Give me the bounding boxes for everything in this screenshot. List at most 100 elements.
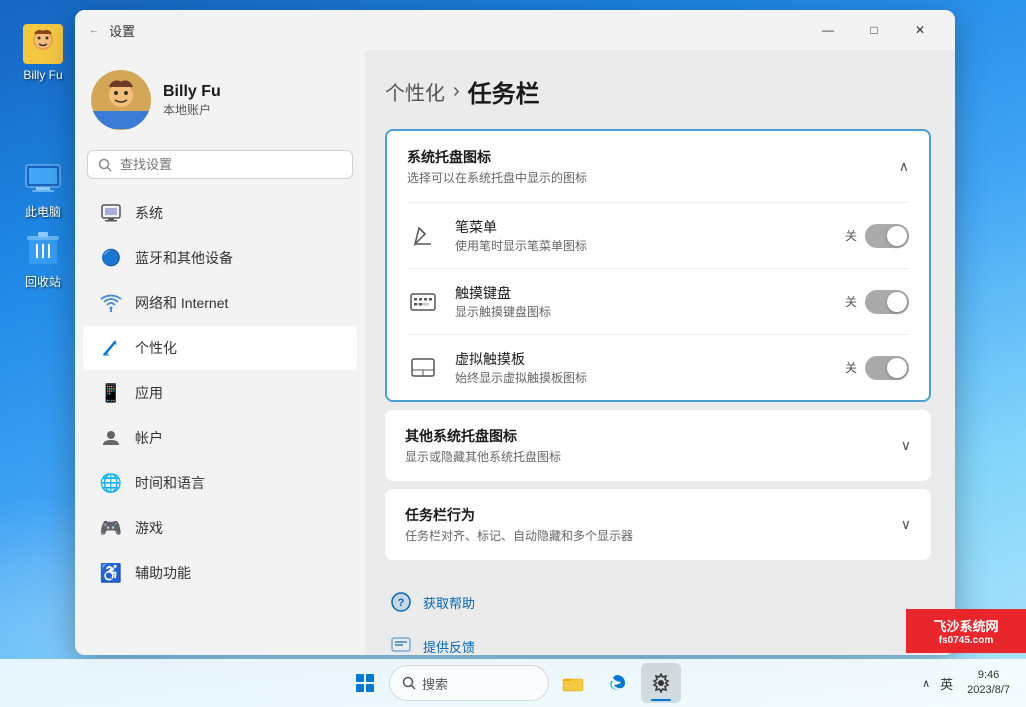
get-help-label: 获取帮助 (423, 593, 475, 612)
close-button[interactable]: ✕ (897, 14, 943, 46)
window-title: 设置 (109, 21, 135, 40)
avatar (91, 70, 151, 130)
user-profile[interactable]: Billy Fu 本地账户 (75, 58, 365, 146)
taskbar-search-label: 搜索 (422, 674, 448, 693)
touch-keyboard-text: 触摸键盘 显示触摸键盘图标 (455, 283, 829, 320)
accounts-icon (99, 426, 123, 450)
apps-label: 应用 (135, 383, 163, 403)
system-label: 系统 (135, 203, 163, 223)
back-button[interactable]: ← (87, 23, 101, 37)
sidebar-item-apps[interactable]: 📱 应用 (83, 371, 357, 415)
other-tray-subtitle: 显示或隐藏其他系统托盘图标 (405, 448, 561, 465)
pen-menu-toggle-container: 关 (845, 224, 909, 248)
sidebar-item-personalization[interactable]: 个性化 (83, 326, 357, 370)
taskbar-fileexplorer[interactable] (553, 663, 593, 703)
pen-menu-toggle[interactable] (865, 224, 909, 248)
pen-menu-subtitle: 使用笔时显示笔菜单图标 (455, 237, 829, 254)
user-role: 本地账户 (163, 101, 221, 118)
taskbar-behavior-title: 任务栏行为 (405, 505, 633, 525)
taskbar-behavior-subtitle: 任务栏对齐、标记、自动隐藏和多个显示器 (405, 527, 633, 544)
taskbar-behavior-header[interactable]: 任务栏行为 任务栏对齐、标记、自动隐藏和多个显示器 ∨ (385, 489, 931, 560)
desktop-icon-thispc[interactable]: 此电脑 (8, 155, 78, 224)
system-tray-chevron: ∧ (899, 158, 909, 175)
taskbar-lang[interactable]: 英 (936, 670, 957, 697)
settings-body: Billy Fu 本地账户 系统 🔵 蓝牙和其他设备 (75, 50, 955, 655)
user-name: Billy Fu (163, 83, 221, 101)
pen-menu-text: 笔菜单 使用笔时显示笔菜单图标 (455, 217, 829, 254)
sidebar-item-accessibility[interactable]: ♿ 辅助功能 (83, 551, 357, 595)
accounts-label: 帐户 (135, 428, 163, 448)
sidebar-item-network[interactable]: 网络和 Internet (83, 281, 357, 325)
billyfu-label: Billy Fu (23, 68, 62, 82)
feedback-link[interactable]: 提供反馈 (385, 624, 931, 655)
touch-keyboard-toggle[interactable] (865, 290, 909, 314)
taskbar-time: 9:46 (967, 668, 1010, 683)
watermark-title: 飞沙系统网 (933, 616, 998, 635)
minimize-button[interactable]: — (805, 14, 851, 46)
personalization-label: 个性化 (135, 338, 177, 358)
thispc-icon (23, 159, 63, 199)
desktop-icon-recyclebin[interactable]: 回收站 (8, 225, 78, 294)
active-indicator (651, 699, 671, 701)
system-icon (99, 201, 123, 225)
title-bar: ← 设置 — □ ✕ (75, 10, 955, 50)
taskbar-clock[interactable]: 9:46 2023/8/7 (963, 668, 1014, 699)
search-input[interactable] (120, 157, 342, 172)
touch-keyboard-toggle-label: 关 (845, 293, 857, 310)
pen-menu-title: 笔菜单 (455, 217, 829, 237)
main-content: 个性化 › 任务栏 系统托盘图标 选择可以在系统托盘中显示的图标 ∧ (365, 50, 955, 655)
billyfu-icon (23, 24, 63, 64)
taskbar-edge[interactable] (597, 663, 637, 703)
personalization-icon (99, 336, 123, 360)
start-button[interactable] (345, 663, 385, 703)
taskbar-search-icon (402, 676, 416, 690)
pen-menu-toggle-label: 关 (845, 227, 857, 244)
sidebar-item-accounts[interactable]: 帐户 (83, 416, 357, 460)
sidebar-item-bluetooth[interactable]: 🔵 蓝牙和其他设备 (83, 236, 357, 280)
watermark: 飞沙系统网 fs0745.com (906, 609, 1026, 653)
breadcrumb-parent: 个性化 (385, 77, 445, 106)
touch-keyboard-toggle-container: 关 (845, 290, 909, 314)
touch-keyboard-row: 触摸键盘 显示触摸键盘图标 关 (387, 269, 929, 334)
accessibility-icon: ♿ (99, 561, 123, 585)
time-label: 时间和语言 (135, 473, 205, 493)
games-label: 游戏 (135, 518, 163, 538)
virtual-touchpad-row: 虚拟触摸板 始终显示虚拟触摸板图标 关 (387, 335, 929, 400)
pen-menu-row: 笔菜单 使用笔时显示笔菜单图标 关 (387, 203, 929, 268)
breadcrumb-separator: › (453, 80, 460, 103)
taskbar-search[interactable]: 搜索 (389, 665, 549, 701)
feedback-icon (389, 634, 413, 655)
system-tray-header[interactable]: 系统托盘图标 选择可以在系统托盘中显示的图标 ∧ (387, 131, 929, 202)
pen-menu-icon (407, 220, 439, 252)
get-help-link[interactable]: ? 获取帮助 (385, 580, 931, 624)
maximize-button[interactable]: □ (851, 14, 897, 46)
virtual-touchpad-toggle[interactable] (865, 356, 909, 380)
other-tray-title: 其他系统托盘图标 (405, 426, 561, 446)
system-tray-header-text: 系统托盘图标 选择可以在系统托盘中显示的图标 (407, 147, 587, 186)
system-tray-subtitle: 选择可以在系统托盘中显示的图标 (407, 169, 587, 186)
taskbar-date: 2023/8/7 (967, 683, 1010, 698)
sidebar-item-games[interactable]: 🎮 游戏 (83, 506, 357, 550)
svg-text:?: ? (398, 597, 405, 609)
other-tray-header[interactable]: 其他系统托盘图标 显示或隐藏其他系统托盘图标 ∨ (385, 410, 931, 481)
watermark-url: fs0745.com (933, 635, 998, 646)
help-links: ? 获取帮助 提供反馈 (385, 568, 931, 655)
taskbar-chevron[interactable]: ∧ (922, 677, 930, 690)
sidebar-item-time[interactable]: 🌐 时间和语言 (83, 461, 357, 505)
search-settings-container[interactable] (87, 150, 353, 179)
other-tray-card: 其他系统托盘图标 显示或隐藏其他系统托盘图标 ∨ (385, 410, 931, 481)
desktop-icon-billyfu[interactable]: Billy Fu (8, 20, 78, 86)
taskbar-settings-active[interactable] (641, 663, 681, 703)
apps-icon: 📱 (99, 381, 123, 405)
bluetooth-icon: 🔵 (99, 246, 123, 270)
time-icon: 🌐 (99, 471, 123, 495)
thispc-label: 此电脑 (25, 203, 61, 220)
page-header: 个性化 › 任务栏 (385, 74, 931, 109)
network-icon (99, 291, 123, 315)
taskbar-right: ∧ 英 9:46 2023/8/7 (922, 668, 1014, 699)
sidebar: Billy Fu 本地账户 系统 🔵 蓝牙和其他设备 (75, 50, 365, 655)
touch-keyboard-icon (407, 286, 439, 318)
system-tray-title: 系统托盘图标 (407, 147, 587, 167)
taskbar-center: 搜索 (345, 663, 681, 703)
sidebar-item-system[interactable]: 系统 (83, 191, 357, 235)
